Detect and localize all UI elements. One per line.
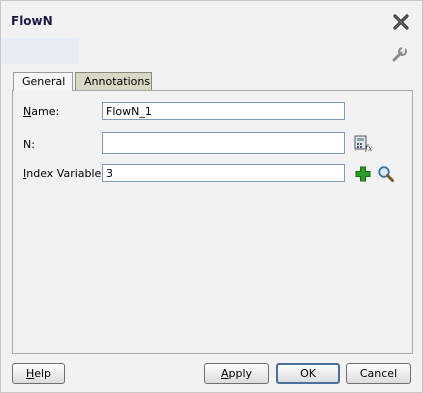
- name-label-mnemonic: N: [23, 105, 32, 118]
- n-field[interactable]: [102, 132, 345, 154]
- expression-builder-icon[interactable]: fx: [354, 134, 373, 153]
- apply-button-rest: pply: [228, 367, 253, 380]
- help-button-rest: elp: [34, 367, 52, 380]
- name-label: Name:: [23, 105, 59, 118]
- dialog-title: FlowN: [11, 14, 53, 28]
- index-variable-field[interactable]: [102, 164, 345, 182]
- wrench-icon[interactable]: [390, 46, 408, 64]
- apply-button[interactable]: Apply: [204, 363, 269, 384]
- index-variable-label: Index Variable:: [23, 167, 105, 180]
- cancel-button[interactable]: Cancel: [346, 363, 411, 384]
- help-button[interactable]: Help: [12, 363, 65, 384]
- n-label: N:: [23, 138, 35, 151]
- apply-button-mnemonic: A: [220, 367, 229, 380]
- close-icon[interactable]: [392, 13, 410, 31]
- svg-text:fx: fx: [364, 144, 372, 152]
- search-icon[interactable]: [377, 165, 395, 183]
- tab-general[interactable]: General: [13, 72, 73, 91]
- header-strip: [1, 38, 79, 64]
- ok-button[interactable]: OK: [276, 363, 340, 384]
- add-icon[interactable]: [354, 165, 372, 183]
- name-field[interactable]: [102, 102, 345, 120]
- tab-general-label: General: [22, 75, 66, 88]
- help-button-mnemonic: H: [25, 367, 35, 380]
- tab-annotations-label: Annotations: [84, 75, 151, 88]
- tab-annotations[interactable]: Annotations: [75, 72, 152, 90]
- flown-dialog: FlowN General Annotations Name: N:: [0, 0, 423, 393]
- name-label-rest: ame:: [31, 105, 60, 118]
- index-variable-label-rest: ndex Variable:: [26, 167, 106, 180]
- general-panel: Name: N: fx Index Variable:: [12, 90, 413, 354]
